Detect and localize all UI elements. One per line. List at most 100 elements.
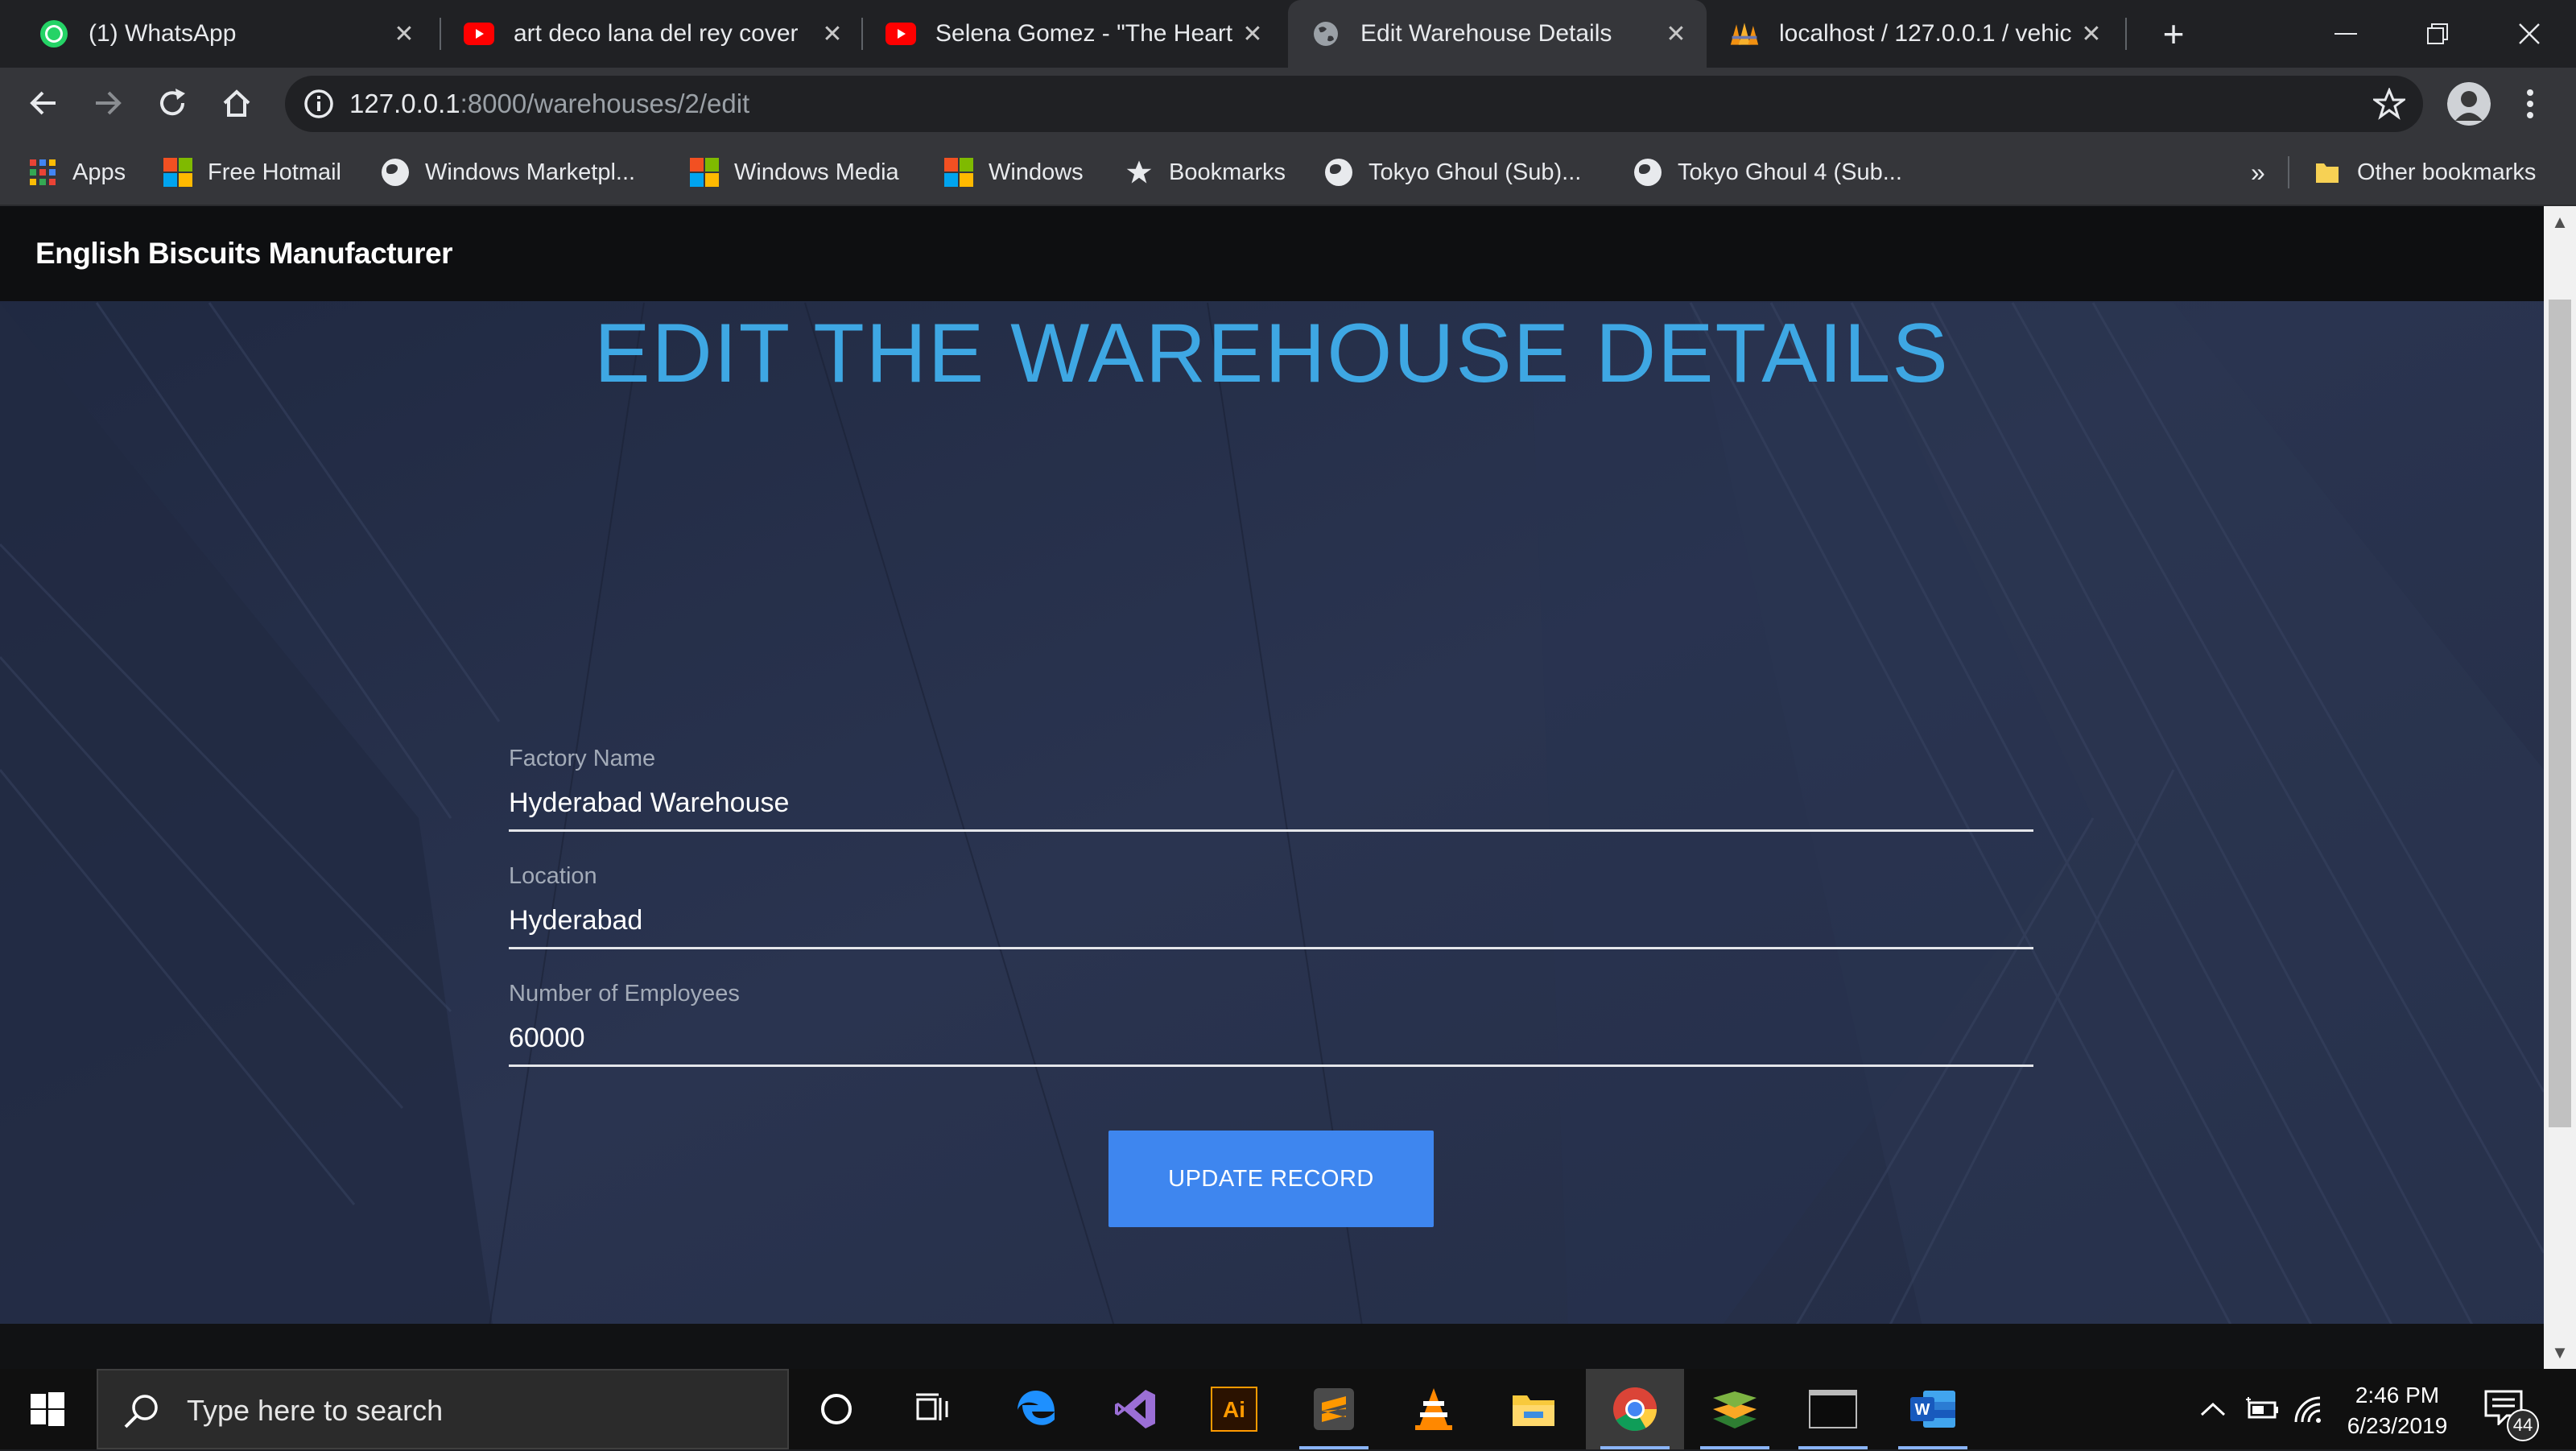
browser-tabstrip: (1) WhatsApp ✕ art deco lana del rey cov… [0,0,2576,68]
tab-selena-gomez[interactable]: Selena Gomez - "The Heart ✕ [866,0,1283,68]
bookmark-label: Apps [72,159,126,185]
close-icon[interactable]: ✕ [816,18,848,50]
visual-studio-icon [1115,1390,1155,1428]
globe-icon [1633,157,1663,188]
visual-studio-app[interactable] [1087,1369,1185,1449]
scroll-up-arrow-icon[interactable]: ▲ [2544,206,2576,238]
location-field: Location Hyderabad [509,863,2033,949]
employees-field: Number of Employees 60000 [509,981,2033,1067]
info-icon[interactable] [303,88,335,120]
svg-text:W: W [1915,1401,1930,1419]
site-brand-link[interactable]: English Biscuits Manufacturer [35,206,453,301]
bookmark-bookmarks-folder[interactable]: Bookmarks [1124,140,1286,205]
reload-icon [160,89,185,116]
tab-phpmyadmin[interactable]: localhost / 127.0.0.1 / vehic ✕ [1711,0,2122,68]
tab-divider [440,18,441,50]
restore-button[interactable] [2391,0,2484,68]
taskbar-search-box[interactable]: Type here to search [97,1369,789,1449]
update-record-button[interactable]: UPDATE RECORD [1108,1131,1434,1227]
clock-date: 6/23/2019 [2347,1413,2448,1438]
bookmark-label: Windows Media [734,159,899,185]
cortana-button[interactable] [787,1369,886,1449]
tab-title: art deco lana del rey cover [514,20,799,47]
browser-menu-button[interactable] [2510,79,2550,129]
scroll-down-arrow-icon[interactable]: ▼ [2544,1337,2576,1369]
reload-button[interactable] [147,77,198,129]
tab-edit-warehouse[interactable]: Edit Warehouse Details ✕ [1288,0,1707,68]
windows-logo-icon [943,157,974,188]
bookmark-label: Windows Marketpl... [425,159,636,185]
windows-logo-icon [163,157,193,188]
edge-app[interactable] [987,1369,1085,1449]
terminal-icon [1809,1390,1857,1428]
action-center-button[interactable]: 44 [2484,1390,2539,1441]
file-explorer-app[interactable] [1484,1369,1583,1449]
globe-icon [1323,157,1354,188]
tab-title: (1) WhatsApp [89,20,237,47]
location-label: Location [509,863,597,889]
bookmark-free-hotmail[interactable]: Free Hotmail [163,140,341,205]
page-footer [0,1324,2544,1369]
more-vertical-icon [2527,89,2533,118]
globe-icon [1311,19,1341,49]
factory-name-input[interactable]: Hyderabad Warehouse [509,785,2033,832]
bookmark-windows[interactable]: Windows [943,140,1084,205]
chrome-app[interactable] [1586,1369,1684,1449]
system-clock[interactable]: 2:46 PM 6/23/2019 [2325,1380,2470,1441]
close-icon[interactable]: ✕ [1236,18,1269,50]
bookmark-tokyo-ghoul-4[interactable]: Tokyo Ghoul 4 (Sub... [1633,140,1902,205]
tab-art-deco[interactable]: art deco lana del rey cover ✕ [444,0,863,68]
bookmark-other-bookmarks[interactable]: Other bookmarks [2312,140,2536,205]
arrow-right-icon [96,91,122,115]
command-prompt-app[interactable] [1784,1369,1882,1449]
location-input[interactable]: Hyderabad [509,903,2033,949]
tab-title: localhost / 127.0.0.1 / vehic [1779,20,2072,47]
close-icon[interactable]: ✕ [388,18,420,50]
illustrator-app[interactable]: Ai [1185,1369,1283,1449]
start-button[interactable] [0,1369,95,1449]
bookmarks-overflow-button[interactable]: » [2251,140,2265,205]
employees-input[interactable]: 60000 [509,1020,2033,1067]
windows-start-icon [31,1392,64,1426]
close-icon[interactable]: ✕ [1660,18,1692,50]
show-hidden-icons-button[interactable] [2194,1369,2231,1449]
wifi-icon [2294,1396,2321,1423]
back-button[interactable] [18,77,69,129]
bookmark-tokyo-ghoul[interactable]: Tokyo Ghoul (Sub)... [1323,140,1581,205]
close-icon[interactable]: ✕ [2075,18,2107,50]
globe-icon [380,157,411,188]
network-indicator[interactable] [2291,1369,2326,1449]
vlc-app[interactable] [1385,1369,1483,1449]
edge-icon [1018,1391,1055,1425]
new-tab-button[interactable]: + [2151,11,2196,56]
battery-indicator[interactable] [2241,1369,2283,1449]
arrow-left-icon [30,91,56,115]
forward-button[interactable] [82,77,134,129]
task-view-button[interactable] [884,1369,982,1449]
profile-avatar[interactable] [2447,82,2491,126]
home-button[interactable] [211,77,262,129]
scrollbar-thumb[interactable] [2549,300,2571,1127]
word-icon: W [1910,1391,1955,1428]
tab-whatsapp[interactable]: (1) WhatsApp ✕ [0,0,435,68]
bluestacks-app[interactable] [1686,1369,1784,1449]
home-icon [223,89,250,117]
bookmark-windows-marketplace[interactable]: Windows Marketpl... [380,140,635,205]
page-title: EDIT THE WAREHOUSE DETAILS [594,307,1950,400]
minimize-button[interactable] [2299,0,2392,68]
bookmark-divider [2288,156,2289,188]
url-text[interactable]: 127.0.0.1:8000/warehouses/2/edit [349,76,749,132]
bluestacks-icon [1713,1391,1757,1428]
folder-icon [2312,157,2343,188]
sublime-text-app[interactable] [1285,1369,1383,1449]
address-bar[interactable]: 127.0.0.1:8000/warehouses/2/edit [285,76,2423,132]
avatar-icon [2447,82,2491,126]
bookmark-windows-media[interactable]: Windows Media [689,140,899,205]
close-window-button[interactable] [2483,0,2576,68]
browser-toolbar: 127.0.0.1:8000/warehouses/2/edit [0,68,2576,140]
bookmark-star-icon[interactable] [2373,88,2405,120]
tab-divider [2125,18,2127,50]
word-app[interactable]: W [1884,1369,1982,1449]
bookmark-apps[interactable]: Apps [27,140,126,205]
page-scrollbar[interactable]: ▲ ▼ [2544,206,2576,1369]
